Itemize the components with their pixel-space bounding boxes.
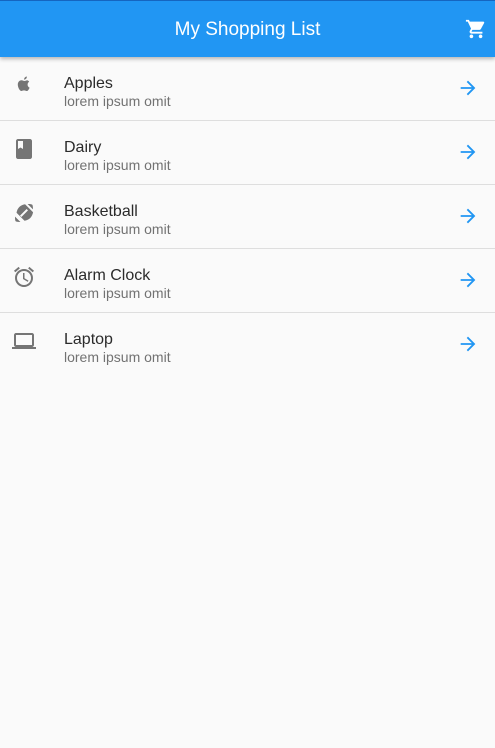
- item-title: Apples: [64, 75, 113, 92]
- list-item-basketball[interactable]: Basketball lorem ipsum omit: [0, 185, 495, 249]
- app-screen: My Shopping List Apples lorem ipsum omit: [0, 0, 495, 748]
- item-subtitle: lorem ipsum omit: [64, 285, 171, 301]
- item-subtitle: lorem ipsum omit: [64, 93, 171, 109]
- arrow-forward-icon[interactable]: [457, 269, 479, 291]
- laptop-icon: [12, 329, 36, 353]
- item-title: Laptop: [64, 331, 113, 348]
- arrow-forward-icon[interactable]: [457, 205, 479, 227]
- arrow-forward-icon[interactable]: [457, 333, 479, 355]
- football-icon: [12, 201, 36, 225]
- alarm-clock-icon: [12, 265, 36, 289]
- arrow-forward-icon[interactable]: [457, 141, 479, 163]
- item-subtitle: lorem ipsum omit: [64, 349, 171, 365]
- list-item-laptop[interactable]: Laptop lorem ipsum omit: [0, 313, 495, 377]
- app-bar: My Shopping List: [0, 0, 495, 57]
- item-subtitle: lorem ipsum omit: [64, 157, 171, 173]
- item-title: Dairy: [64, 139, 102, 156]
- item-subtitle: lorem ipsum omit: [64, 221, 171, 237]
- list-item-alarm-clock[interactable]: Alarm Clock lorem ipsum omit: [0, 249, 495, 313]
- book-icon: [12, 137, 36, 161]
- page-title: My Shopping List: [174, 19, 321, 40]
- shopping-list: Apples lorem ipsum omit Dairy lorem ipsu…: [0, 57, 495, 377]
- cart-button[interactable]: [465, 18, 487, 40]
- item-title: Alarm Clock: [64, 267, 151, 284]
- arrow-forward-icon[interactable]: [457, 77, 479, 99]
- list-item-dairy[interactable]: Dairy lorem ipsum omit: [0, 121, 495, 185]
- item-title: Basketball: [64, 203, 138, 220]
- apple-icon: [12, 73, 36, 97]
- list-item-apples[interactable]: Apples lorem ipsum omit: [0, 57, 495, 121]
- shopping-cart-icon: [465, 19, 485, 39]
